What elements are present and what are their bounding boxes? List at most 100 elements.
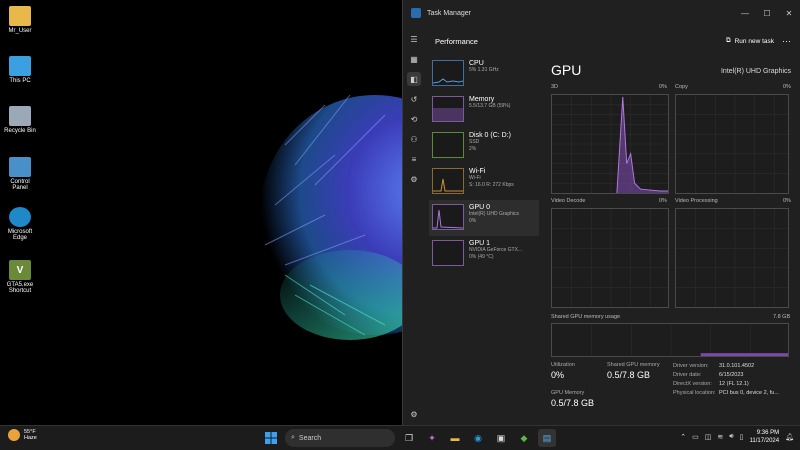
windows-logo-icon bbox=[265, 432, 277, 444]
window-title: Task Manager bbox=[427, 9, 471, 17]
battery-icon[interactable]: ▯ bbox=[740, 433, 744, 441]
copilot-icon[interactable]: ✦ bbox=[423, 429, 441, 447]
gpu-memory-label: GPU Memory bbox=[551, 390, 585, 396]
users-nav-icon[interactable]: ⚇ bbox=[407, 132, 421, 146]
desktop: Mr_User This PC Recycle Bin Control Pane… bbox=[0, 0, 402, 425]
graph-pct-copy: 0% bbox=[783, 84, 791, 90]
device-sub: 0% (49 °C) bbox=[469, 254, 494, 260]
xbox-icon[interactable]: ◆ bbox=[515, 429, 533, 447]
more-options-button[interactable]: ··· bbox=[782, 36, 791, 46]
weather-widget[interactable]: 55°F Haze bbox=[8, 429, 37, 441]
run-new-task-button[interactable]: ⧉ Run new task bbox=[726, 37, 774, 45]
graph-video-processing[interactable] bbox=[675, 208, 789, 308]
desktop-icon-label: Mr_User bbox=[8, 28, 32, 34]
chevron-up-icon[interactable]: ⌃ bbox=[680, 433, 686, 441]
start-button[interactable] bbox=[262, 429, 280, 447]
property-row: DirectX version: 12 (FL 12.1) bbox=[673, 380, 749, 389]
shared-gpu-memory-label: Shared GPU memory bbox=[607, 362, 660, 368]
close-button[interactable]: ✕ bbox=[778, 9, 800, 18]
display-icon[interactable]: ◫ bbox=[705, 433, 712, 441]
desktop-icon-edge[interactable]: Microsoft Edge bbox=[2, 207, 38, 241]
services-nav-icon[interactable]: ⚙ bbox=[407, 172, 421, 186]
graph-pct-3d: 0% bbox=[659, 84, 667, 90]
disk-mini-graph bbox=[432, 132, 464, 158]
graph-shared-memory[interactable] bbox=[551, 323, 789, 357]
clock[interactable]: 9:36 PM 11/17/2024 bbox=[750, 429, 780, 445]
gpu-title: GPU bbox=[551, 62, 582, 78]
system-tray: ⌃ ▭ ◫ ≋ 🔊︎ ▯ 9:36 PM 11/17/2024 🔔︎ bbox=[680, 429, 794, 445]
processes-nav-icon[interactable]: ▦ bbox=[407, 52, 421, 66]
desktop-icon-this-pc[interactable]: This PC bbox=[2, 56, 38, 84]
file-explorer-icon[interactable]: ▬ bbox=[446, 429, 464, 447]
clock-date: 11/17/2024 bbox=[749, 438, 780, 444]
gpu-memory-value: 0.5/7.8 GB bbox=[551, 398, 595, 408]
device-item-disk[interactable]: Disk 0 (C: D:) SSD 2% bbox=[429, 128, 539, 164]
recycle-bin-icon bbox=[9, 106, 31, 126]
property-row: Physical location: PCI bus 0, device 2, … bbox=[673, 389, 779, 398]
task-manager-app-icon bbox=[411, 8, 421, 18]
desktop-icon-control-panel[interactable]: Control Panel bbox=[2, 157, 38, 191]
device-sub: 5.5/13.7 GB (59%) bbox=[469, 103, 511, 109]
gpu-properties: Driver version: 31.0.101.4502 Driver dat… bbox=[673, 362, 779, 398]
details-nav-icon[interactable]: ≡ bbox=[407, 152, 421, 166]
minimize-button[interactable]: — bbox=[734, 9, 756, 18]
volume-icon[interactable]: 🔊︎ bbox=[729, 433, 733, 441]
device-name: GPU 1 bbox=[469, 240, 491, 247]
task-manager-taskbar-icon[interactable]: ▤ bbox=[538, 429, 556, 447]
folder-icon bbox=[9, 6, 31, 26]
maximize-button[interactable]: ☐ bbox=[756, 9, 778, 18]
graph-3d[interactable] bbox=[551, 94, 669, 194]
desktop-icon-label: This PC bbox=[9, 78, 31, 84]
device-sub: 0% bbox=[469, 218, 477, 224]
clock-time: 9:36 PM bbox=[756, 430, 780, 436]
app-history-nav-icon[interactable]: ↺ bbox=[407, 92, 421, 106]
taskbar-apps: ⌕ Search ❐ ✦ ▬ ◉ ▣ ◆ ▤ bbox=[262, 429, 556, 447]
device-item-cpu[interactable]: CPU 5% 1.31 GHz bbox=[429, 56, 539, 92]
property-label: Driver date: bbox=[673, 372, 702, 378]
performance-nav-icon[interactable]: ◧ bbox=[407, 72, 421, 86]
edge-taskbar-icon[interactable]: ◉ bbox=[469, 429, 487, 447]
desktop-icon-gta[interactable]: V GTA5.exe Shortcut bbox=[2, 260, 38, 294]
settings-nav-icon[interactable]: ⚙ bbox=[403, 410, 425, 419]
graph-label-3d: 3D bbox=[551, 84, 559, 90]
device-sub: SSD bbox=[469, 139, 480, 145]
desktop-icon-label: GTA5.exe Shortcut bbox=[6, 282, 34, 294]
device-item-gpu1[interactable]: GPU 1 NVIDIA GeForce GTX... 0% (49 °C) bbox=[429, 236, 539, 272]
property-value: 6/15/2023 bbox=[719, 372, 744, 378]
property-value: PCI bus 0, device 2, fu... bbox=[719, 390, 779, 396]
search-placeholder: Search bbox=[298, 434, 322, 442]
device-item-wifi[interactable]: Wi-Fi Wi-Fi S: 16.0 R: 272 Kbps bbox=[429, 164, 539, 200]
graph-label-video-processing: Video Processing bbox=[675, 198, 718, 204]
wifi-icon[interactable]: ≋ bbox=[717, 433, 723, 441]
device-sub: Wi-Fi bbox=[469, 175, 481, 181]
device-sub: 2% bbox=[469, 146, 477, 152]
battery-saver-icon[interactable]: ▭ bbox=[692, 433, 699, 441]
task-view-button[interactable]: ❐ bbox=[400, 429, 418, 447]
device-sub: 5% 1.31 GHz bbox=[469, 67, 499, 73]
device-sub: NVIDIA GeForce GTX... bbox=[469, 247, 523, 253]
property-row: Driver date: 6/15/2023 bbox=[673, 371, 743, 380]
device-item-memory[interactable]: Memory 5.5/13.7 GB (59%) bbox=[429, 92, 539, 128]
device-sub: S: 16.0 R: 272 Kbps bbox=[469, 182, 514, 188]
graph-video-decode[interactable] bbox=[551, 208, 669, 308]
gpu-memory-stat: GPU Memory 0.5/7.8 GB bbox=[551, 390, 594, 408]
gpu-detail-panel: GPU Intel(R) UHD Graphics 3D 0% Copy 0% bbox=[547, 56, 795, 425]
startup-apps-nav-icon[interactable]: ⟲ bbox=[407, 112, 421, 126]
notifications-icon[interactable]: 🔔︎ bbox=[785, 433, 794, 441]
desktop-icon-user-folder[interactable]: Mr_User bbox=[2, 6, 38, 34]
page-header: Performance ⧉ Run new task ··· bbox=[425, 26, 800, 56]
device-name: Memory bbox=[469, 96, 495, 103]
wallpaper-orb bbox=[260, 94, 402, 340]
desktop-icon-recycle-bin[interactable]: Recycle Bin bbox=[2, 106, 38, 134]
search-box[interactable]: ⌕ Search bbox=[285, 429, 395, 447]
device-list: CPU 5% 1.31 GHz Memory 5.5/13.7 GB (59%)… bbox=[429, 56, 539, 272]
title-bar[interactable]: Task Manager — ☐ ✕ bbox=[403, 0, 800, 26]
device-item-gpu0[interactable]: GPU 0 Intel(R) UHD Graphics 0% bbox=[429, 200, 539, 236]
graph-pct-video-decode: 0% bbox=[659, 198, 667, 204]
gta-icon: V bbox=[9, 260, 31, 280]
search-icon: ⌕ bbox=[291, 434, 295, 441]
store-icon[interactable]: ▣ bbox=[492, 429, 510, 447]
hamburger-menu-icon[interactable]: ☰ bbox=[407, 32, 421, 46]
graph-copy[interactable] bbox=[675, 94, 789, 194]
shared-gpu-memory-stat: Shared GPU memory 0.5/7.8 GB bbox=[607, 362, 660, 380]
